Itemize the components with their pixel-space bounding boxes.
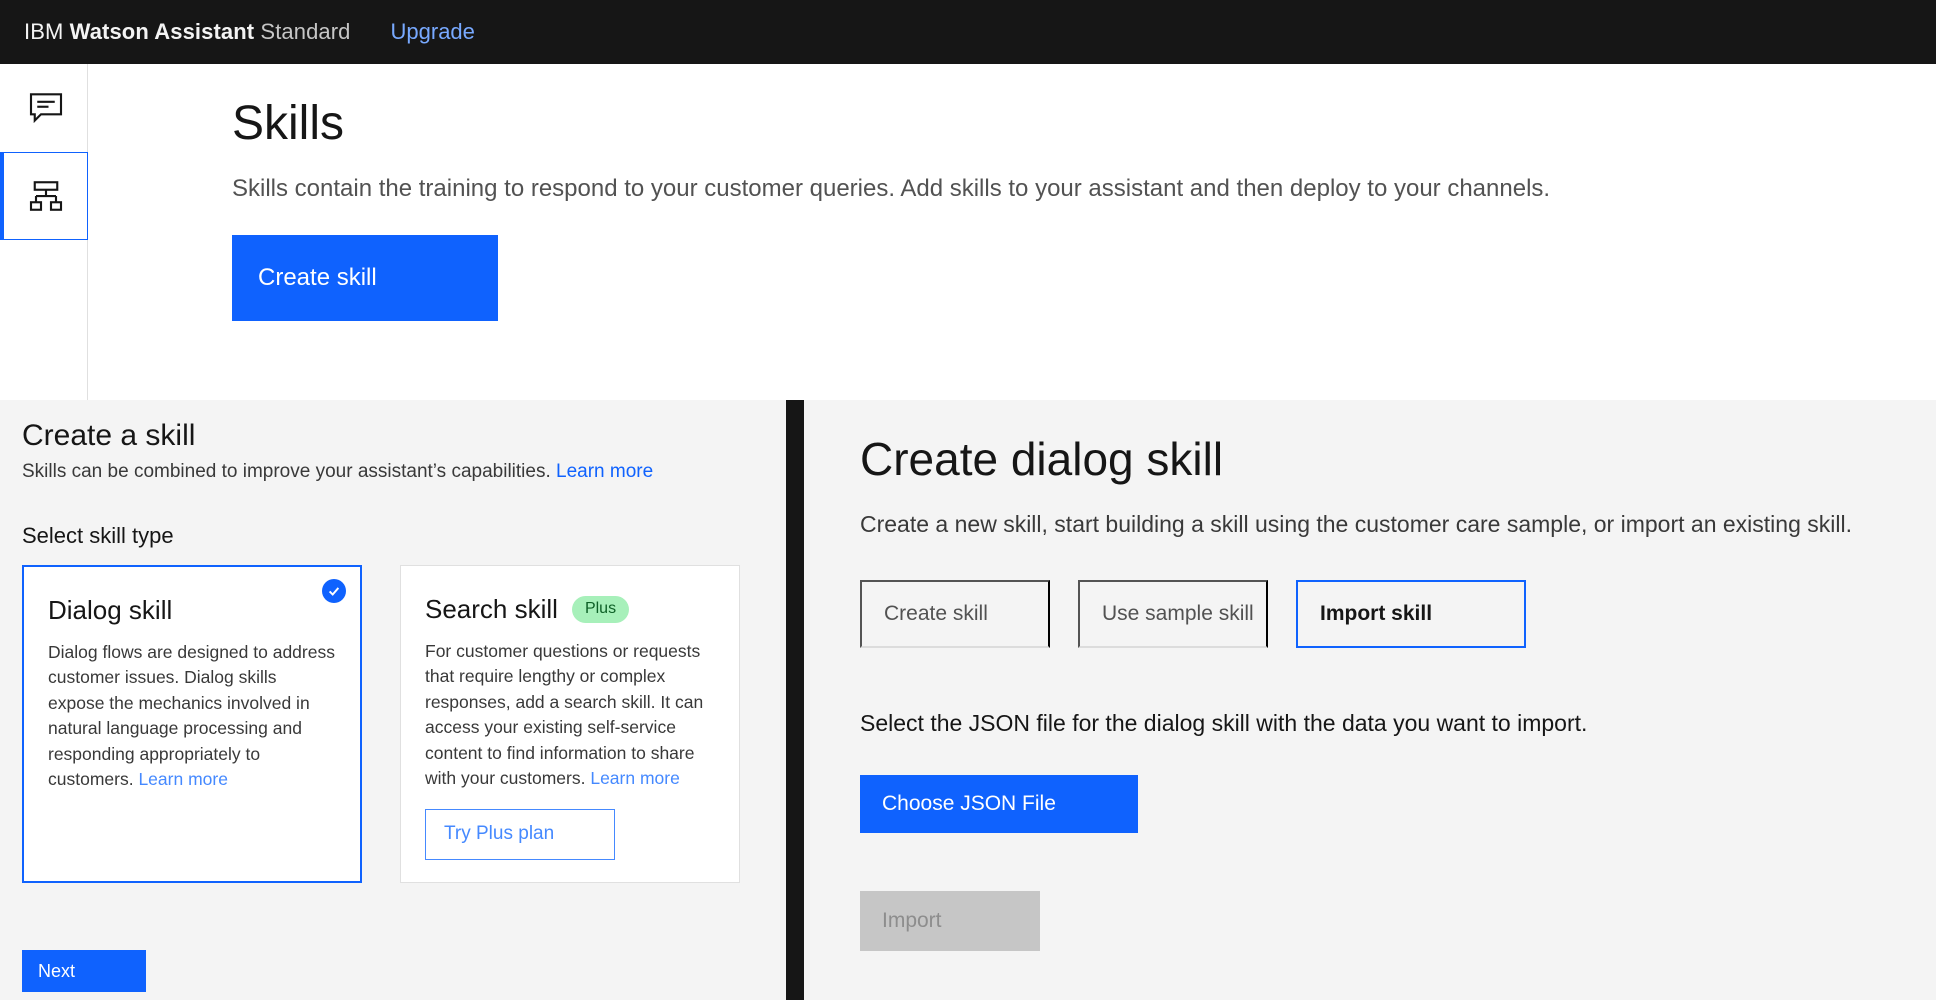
tab-import-skill[interactable]: Import skill — [1296, 579, 1526, 648]
skill-card-dialog-description: Dialog flows are designed to address cus… — [48, 640, 336, 792]
plus-plan-badge: Plus — [571, 596, 630, 623]
sidebar-item-assistants[interactable] — [0, 64, 88, 152]
left-rail — [0, 64, 88, 400]
learn-more-link-panel[interactable]: Learn more — [556, 461, 653, 482]
choose-json-file-button[interactable]: Choose JSON File — [860, 774, 1138, 833]
dialog-panel-tabs: Create skill Use sample skill Import ski… — [860, 579, 1936, 648]
skill-type-cards: Dialog skill Dialog flows are designed t… — [22, 565, 762, 883]
skill-card-dialog[interactable]: Dialog skill Dialog flows are designed t… — [22, 565, 362, 883]
brand-product: Watson Assistant — [69, 19, 255, 44]
skill-card-search-description-text: For customer questions or requests that … — [425, 641, 704, 788]
page-subtitle: Skills contain the training to respond t… — [232, 174, 1551, 202]
selected-check-icon — [322, 579, 346, 603]
create-skill-modal: Create a skill Skills can be combined to… — [0, 400, 1936, 1000]
create-skill-panel-subtitle-text: Skills can be combined to improve your a… — [22, 461, 551, 482]
upgrade-link[interactable]: Upgrade — [391, 19, 475, 45]
create-skill-panel-title: Create a skill — [22, 419, 196, 452]
brand-ibm: IBM — [24, 19, 64, 44]
page-header: Skills Skills contain the training to re… — [88, 64, 1936, 400]
brand-title: IBM Watson Assistant Standard — [24, 19, 351, 45]
import-button: Import — [860, 890, 1040, 951]
panel-divider — [786, 400, 804, 1000]
select-skill-type-label: Select skill type — [22, 523, 174, 548]
create-a-skill-panel: Create a skill Skills can be combined to… — [0, 400, 786, 1000]
create-skill-panel-subtitle: Skills can be combined to improve your a… — [22, 461, 762, 483]
skills-hierarchy-icon — [26, 176, 66, 216]
sidebar-item-skills[interactable] — [0, 152, 88, 240]
next-button[interactable]: Next — [22, 950, 146, 992]
dialog-panel-subtitle: Create a new skill, start building a ski… — [860, 510, 1852, 537]
main-content: Skills Skills contain the training to re… — [0, 64, 1936, 1000]
import-instruction-text: Select the JSON file for the dialog skil… — [860, 709, 1588, 736]
create-dialog-skill-panel: Create dialog skill Create a new skill, … — [804, 400, 1936, 1000]
skill-card-search-head: Search skill Plus — [425, 594, 715, 625]
page-title: Skills — [232, 97, 345, 150]
dialog-panel-title: Create dialog skill — [860, 433, 1224, 485]
create-skill-button[interactable]: Create skill — [232, 235, 498, 322]
learn-more-link-dialog[interactable]: Learn more — [138, 769, 228, 789]
skill-card-search-title: Search skill — [425, 594, 558, 624]
brand-plan: Standard — [260, 19, 351, 44]
chat-bubble-icon — [26, 88, 66, 128]
learn-more-link-search[interactable]: Learn more — [590, 768, 680, 788]
skill-card-search[interactable]: Search skill Plus For customer questions… — [400, 565, 740, 883]
app-header: IBM Watson Assistant Standard Upgrade — [0, 0, 1936, 64]
skill-card-dialog-description-text: Dialog flows are designed to address cus… — [48, 642, 335, 789]
skill-card-search-description: For customer questions or requests that … — [425, 639, 715, 791]
skill-card-dialog-title: Dialog skill — [48, 595, 173, 625]
skill-card-dialog-head: Dialog skill — [48, 595, 336, 626]
app-shell: Skills Skills contain the training to re… — [0, 64, 1936, 1000]
tab-use-sample-skill[interactable]: Use sample skill — [1078, 579, 1268, 648]
tab-create-skill[interactable]: Create skill — [860, 579, 1050, 648]
try-plus-plan-button[interactable]: Try Plus plan — [425, 809, 615, 861]
